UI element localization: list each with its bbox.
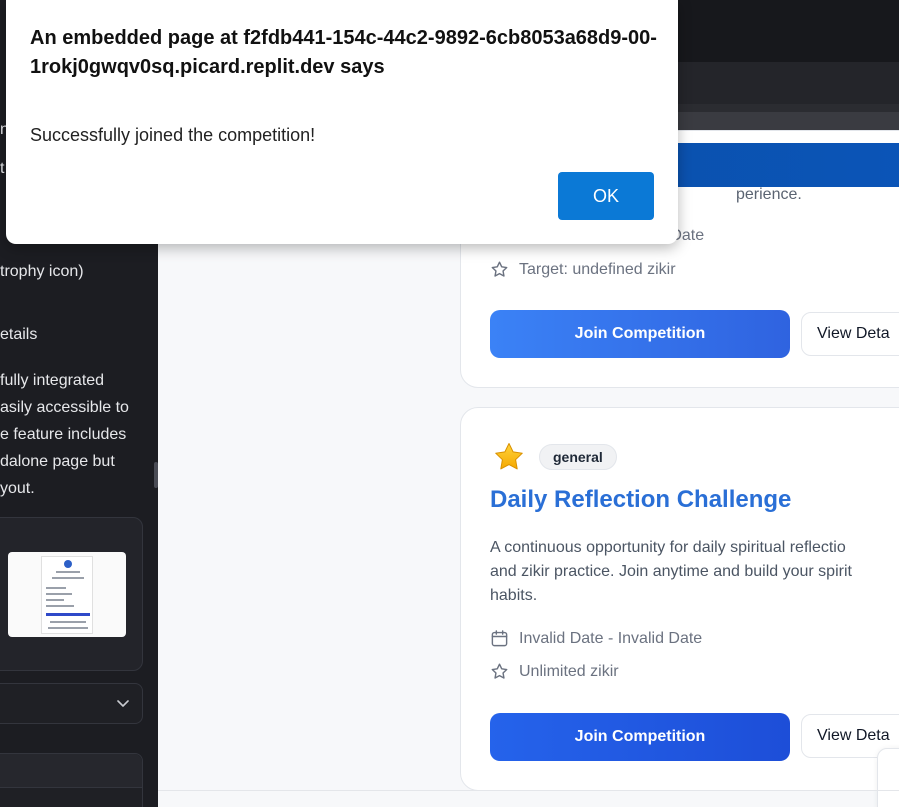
panel-text-line: fully integrated: [0, 372, 105, 389]
category-badge: general: [539, 444, 617, 470]
preview-sub-bar: [678, 62, 899, 104]
thumbnail-document: [41, 556, 93, 634]
panel-text-line: trophy icon): [0, 263, 84, 280]
competition-card: general Daily Reflection Challenge A con…: [460, 407, 899, 791]
panel-text-line: dalone page but: [0, 453, 115, 470]
card-target: Unlimited zikir: [490, 662, 619, 681]
star-emoji-icon: [495, 443, 523, 470]
ok-button[interactable]: OK: [558, 172, 654, 220]
star-outline-icon: [491, 261, 508, 277]
competition-title[interactable]: Daily Reflection Challenge: [490, 486, 791, 514]
view-details-button[interactable]: View Deta: [801, 312, 899, 356]
floating-widget[interactable]: [877, 748, 899, 807]
description-line: habits.: [490, 587, 538, 604]
card-target: Target: undefined zikir: [490, 260, 676, 279]
description-line: A continuous opportunity for daily spiri…: [490, 539, 846, 556]
join-competition-button[interactable]: Join Competition: [490, 310, 790, 358]
panel-text-line: asily accessible to: [0, 399, 129, 416]
screenshot-attachment-card[interactable]: [0, 517, 143, 671]
screenshot-thumbnail[interactable]: [8, 552, 126, 637]
card-description: perience.: [736, 186, 802, 203]
dialog-title: An embedded page at f2fdb441-154c-44c2-9…: [30, 27, 657, 78]
target-text: Target: undefined zikir: [519, 260, 676, 278]
panel-text-line: yout.: [0, 480, 35, 497]
target-text: Unlimited zikir: [519, 662, 619, 680]
screen: n t trophy icon) etails fully integrated…: [0, 0, 899, 807]
alert-dialog: An embedded page at f2fdb441-154c-44c2-9…: [6, 0, 678, 244]
description-line: and zikir practice. Join anytime and bui…: [490, 563, 852, 580]
calendar-icon: [491, 630, 508, 647]
star-outline-icon: [491, 663, 508, 679]
panel-lower-header: [0, 754, 142, 788]
panel-text-line: etails: [0, 326, 38, 343]
dialog-message: Successfully joined the competition!: [30, 125, 316, 145]
card-date: Invalid Date - Invalid Date: [490, 629, 702, 648]
panel-text-line: e feature includes: [0, 426, 127, 443]
thumbnail-logo-icon: [64, 560, 72, 568]
panel-lower-container: [0, 753, 143, 807]
date-text: Invalid Date - Invalid Date: [519, 629, 703, 647]
footer-divider: [158, 790, 899, 791]
join-competition-button[interactable]: Join Competition: [490, 713, 790, 761]
panel-dropdown[interactable]: [0, 683, 143, 724]
panel-text-line: t: [0, 160, 5, 177]
preview-top-bar: [678, 0, 899, 62]
chevron-down-icon: [117, 700, 129, 707]
